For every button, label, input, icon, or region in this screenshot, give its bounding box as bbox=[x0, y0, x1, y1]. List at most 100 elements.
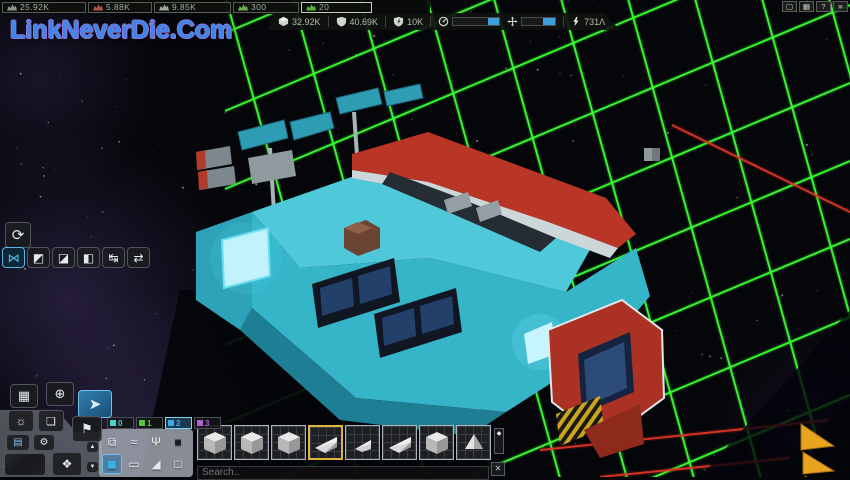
hotbar-slot-1[interactable] bbox=[197, 425, 232, 460]
tab-label: 2 bbox=[176, 419, 180, 428]
build-viewport[interactable] bbox=[0, 0, 850, 477]
ship-add-icon: ⊕ bbox=[55, 386, 66, 402]
speed-gauge bbox=[438, 16, 500, 27]
resource-value: 9.85K bbox=[172, 2, 196, 12]
rotate-icon: ⟳ bbox=[12, 226, 25, 244]
category-basic-cube[interactable]: ◼ bbox=[102, 454, 122, 474]
block-thumbnail bbox=[239, 430, 265, 456]
hotbar-slot-4[interactable] bbox=[308, 425, 343, 460]
machine-icon: ⚙ bbox=[40, 437, 49, 448]
hotbar-slot-3[interactable] bbox=[271, 425, 306, 460]
hologram-button[interactable]: ❖ bbox=[52, 452, 82, 476]
ore-pile-icon bbox=[93, 4, 103, 11]
category-block-group[interactable]: ⧉ bbox=[102, 432, 122, 452]
resource-gray-ore: 25.92K bbox=[2, 2, 86, 13]
shield-bolt-icon bbox=[393, 16, 404, 27]
symmetry-toolbar: ⋈◩◪◧↹⇄ bbox=[2, 247, 150, 268]
category-large-cube[interactable]: □ bbox=[168, 454, 188, 474]
power-stat: 731Λ bbox=[571, 16, 605, 27]
box-tool-open-right[interactable]: ◪ bbox=[52, 247, 75, 268]
resource-value: 25.92K bbox=[20, 2, 49, 12]
close-icon: ✕ bbox=[495, 464, 502, 473]
help-button[interactable]: ? bbox=[816, 1, 831, 12]
palette-tab-2[interactable]: 2 bbox=[165, 417, 192, 429]
hotbar-slot-2[interactable] bbox=[234, 425, 269, 460]
hotbar-slot-8[interactable] bbox=[456, 425, 491, 460]
tab-color-icon bbox=[168, 420, 174, 426]
shield-stat: 10K bbox=[393, 16, 423, 27]
rotate-reset-button[interactable]: ⟳ bbox=[5, 222, 31, 248]
block-thumbnail bbox=[350, 430, 376, 456]
blueprint-print-button[interactable]: ▤ bbox=[6, 434, 30, 451]
ore-pile-icon bbox=[306, 4, 316, 11]
block-thumbnail bbox=[387, 430, 413, 456]
cargo-stat: 32.92K bbox=[278, 16, 321, 27]
tab-label: 3 bbox=[205, 419, 209, 428]
block-thumbnail bbox=[461, 430, 487, 456]
expand-icon: ❏ bbox=[46, 415, 56, 428]
palette-tabs: 0 1 2 3 bbox=[107, 417, 221, 429]
hotbar-slot-6[interactable] bbox=[382, 425, 417, 460]
mirror-x-tool[interactable]: ⋈ bbox=[2, 247, 25, 268]
tab-label: 0 bbox=[118, 419, 122, 428]
box-tool-open-left[interactable]: ◩ bbox=[27, 247, 50, 268]
category-wedge[interactable]: ◢ bbox=[146, 454, 166, 474]
category-antenna[interactable]: Ψ bbox=[146, 432, 166, 452]
tab-color-icon bbox=[197, 420, 203, 426]
hotbar-slot-7[interactable] bbox=[419, 425, 454, 460]
ore-pile-icon bbox=[7, 4, 17, 11]
menu-button[interactable]: ≡ bbox=[833, 1, 848, 12]
ore-pile-icon bbox=[238, 4, 248, 11]
machine-tool-button[interactable]: ⚙ bbox=[33, 434, 55, 451]
ship-add-button[interactable]: ⊕ bbox=[46, 382, 74, 406]
search-input[interactable] bbox=[197, 466, 489, 480]
category-conveyor[interactable]: ≈ bbox=[124, 432, 144, 452]
category-dark-block[interactable]: ■ bbox=[168, 432, 188, 452]
palette-tab-0[interactable]: 0 bbox=[107, 417, 134, 429]
balance-bar bbox=[521, 17, 556, 26]
power-bolt-icon bbox=[571, 16, 581, 27]
palette-tab-3[interactable]: 3 bbox=[194, 417, 221, 429]
speedometer-icon bbox=[438, 16, 449, 27]
move-icon bbox=[507, 16, 518, 27]
block-thumbnail bbox=[276, 430, 302, 456]
cargo-value: 32.92K bbox=[292, 17, 321, 27]
tab-color-icon bbox=[139, 420, 145, 426]
grid-view-button[interactable]: ▦ bbox=[10, 384, 38, 408]
box-tool-bottom[interactable]: ◧ bbox=[77, 247, 100, 268]
spinner-up-button[interactable]: ▲ bbox=[86, 441, 99, 453]
arrow-down-icon: ▼ bbox=[90, 464, 96, 470]
display-button[interactable]: ▦ bbox=[799, 1, 814, 12]
category-slab[interactable]: ▭ bbox=[124, 454, 144, 474]
resource-bar: 25.92K 5.88K 9.85K 300 20 bbox=[0, 0, 430, 14]
balance-gauge bbox=[507, 16, 556, 27]
hotbar bbox=[197, 425, 491, 460]
resource-green-ore-2: 20 bbox=[301, 2, 372, 13]
resource-value: 5.88K bbox=[106, 2, 130, 12]
paint-tool-button[interactable]: ⚑ bbox=[72, 416, 102, 442]
armor-value: 40.69K bbox=[350, 17, 379, 27]
palette-tab-1[interactable]: 1 bbox=[136, 417, 163, 429]
category-grid: ⧉≈Ψ■ ◼▭◢□ bbox=[102, 432, 188, 474]
light-toggle-button[interactable]: ☼ bbox=[8, 410, 34, 432]
resource-value: 300 bbox=[251, 2, 266, 12]
hotbar-slot-5[interactable] bbox=[345, 425, 380, 460]
speed-bar bbox=[452, 17, 500, 26]
mirror-horizontal-tool[interactable]: ↹ bbox=[102, 247, 125, 268]
printer-icon: ▤ bbox=[13, 437, 22, 448]
panels-button[interactable]: ▢ bbox=[782, 1, 797, 12]
texture-swatch-button[interactable] bbox=[4, 453, 46, 476]
shield-icon bbox=[336, 16, 347, 27]
block-thumbnail bbox=[202, 430, 228, 456]
window-buttons: ▢▦?≡ bbox=[782, 1, 848, 12]
expand-view-button[interactable]: ❏ bbox=[38, 410, 64, 432]
mirror-vertical-tool[interactable]: ⇄ bbox=[127, 247, 150, 268]
drag-mode-button[interactable]: ➤ bbox=[78, 390, 112, 418]
spinner-down-button[interactable]: ▼ bbox=[86, 461, 99, 473]
hotbar-scroll-button[interactable]: ◆ bbox=[494, 428, 504, 454]
ore-pile-icon bbox=[159, 4, 169, 11]
search-clear-button[interactable]: ✕ bbox=[491, 462, 505, 476]
arrow-up-icon: ▲ bbox=[90, 444, 96, 450]
block-thumbnail bbox=[424, 430, 450, 456]
tab-color-icon bbox=[110, 420, 116, 426]
